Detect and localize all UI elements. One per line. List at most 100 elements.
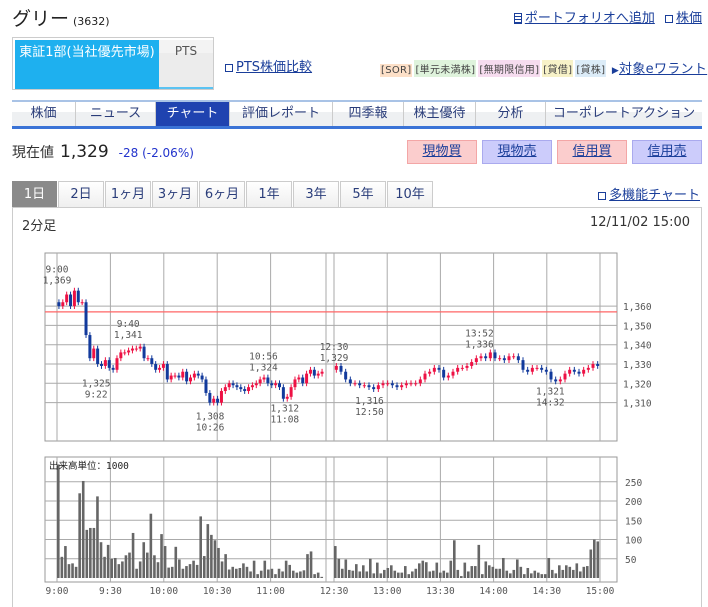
volume-bar [337,558,341,578]
candle-body [181,371,185,378]
volume-bar [138,561,142,578]
volume-bar [407,574,411,578]
annotation-text: 13:52 [465,328,494,339]
volume-bar [428,571,432,578]
candle-body [130,348,134,351]
volume-bar [477,544,481,578]
volume-bar [195,564,199,578]
candle-body [289,387,293,397]
y-tick-label: 1,360 [623,302,652,313]
volume-bar [579,571,582,578]
candle-body [189,377,192,382]
volume-bar [414,568,418,578]
volume-bar [442,570,446,578]
annotation-text: 9:22 [85,390,108,401]
volume-bar [523,574,526,578]
annotation-text: 1,369 [43,276,72,287]
volume-bar [425,562,428,578]
candle-body [596,364,600,366]
volume-bar [439,572,442,578]
vol-tick-label: 250 [625,478,642,489]
volume-bar [572,569,575,578]
candle-body [100,364,103,366]
candle-body [96,348,100,364]
x-tick-label: 12:30 [320,586,349,597]
volume-bar [71,563,74,578]
volume-bar [547,557,551,578]
annotation-text: 9:40 [117,319,140,330]
candle-body [297,377,301,380]
candle-body [460,367,464,369]
candle-body [192,373,196,378]
volume-bar [481,574,484,578]
volume-bar [390,565,393,578]
price-annotation: 10:561,324 [249,352,278,374]
volume-bar [512,569,516,578]
volume-bar [267,569,270,578]
vol-tick-label: 200 [625,497,642,508]
annotation-text: 1,336 [465,339,494,350]
annotation-text: 1,341 [114,330,143,341]
candle-body [61,302,65,307]
price-annotation: 1,3259:22 [82,379,111,401]
volume-bar [153,555,156,578]
volume-bar [575,563,579,578]
volume-bar [113,557,117,578]
volume-bar [299,571,302,578]
volume-bar [156,562,160,578]
volume-bar [586,566,589,578]
candle-body [65,294,69,303]
candle-body [344,371,348,380]
volume-bar [596,541,600,578]
volume-bar [509,573,512,578]
candle-body [479,356,483,359]
volume-bar [252,560,256,578]
volume-bar [202,556,206,578]
candle-body [400,385,404,388]
candle-body [512,356,516,358]
candle-body [572,369,576,372]
candle-body [568,369,572,374]
candle-body [235,385,239,388]
volume-bar [537,572,540,578]
volume-bar [593,539,596,578]
price-annotation: 13:521,336 [465,328,494,350]
annotation-text: 12:50 [355,407,384,418]
volume-bar [355,564,358,578]
candle-body [437,367,441,370]
candle-body [208,392,212,403]
candle-body [316,373,320,376]
y-tick-label: 1,350 [623,321,652,332]
candle-body [69,294,73,307]
candle-body [216,398,220,403]
volume-bar [306,554,309,578]
y-tick-label: 1,330 [623,360,652,371]
candle-body [563,373,567,380]
candle-body [339,365,343,372]
volume-bar [206,524,210,578]
candle-body [123,352,127,354]
candle-body [305,373,309,384]
volume-bar [533,570,537,578]
volume-bar [128,552,131,578]
volume-bar [259,570,263,578]
candle-body [395,385,399,388]
candle-body [558,379,562,382]
annotation-text: 1,325 [82,379,111,390]
candle-body [270,383,274,386]
candle-body [372,387,376,390]
volume-bar [124,555,128,578]
volume-bar [188,564,192,578]
candle-body [428,371,432,374]
volume-bar [540,574,544,578]
candle-body [142,346,146,359]
candle-body [353,383,357,385]
volume-bar [277,568,281,578]
x-tick-label: 14:00 [479,586,508,597]
volume-bar [185,566,188,578]
volume-bar [213,540,217,578]
candle-body [465,365,469,368]
volume-bar [135,568,138,578]
candle-body [258,379,262,384]
vol-tick-label: 150 [625,516,642,527]
